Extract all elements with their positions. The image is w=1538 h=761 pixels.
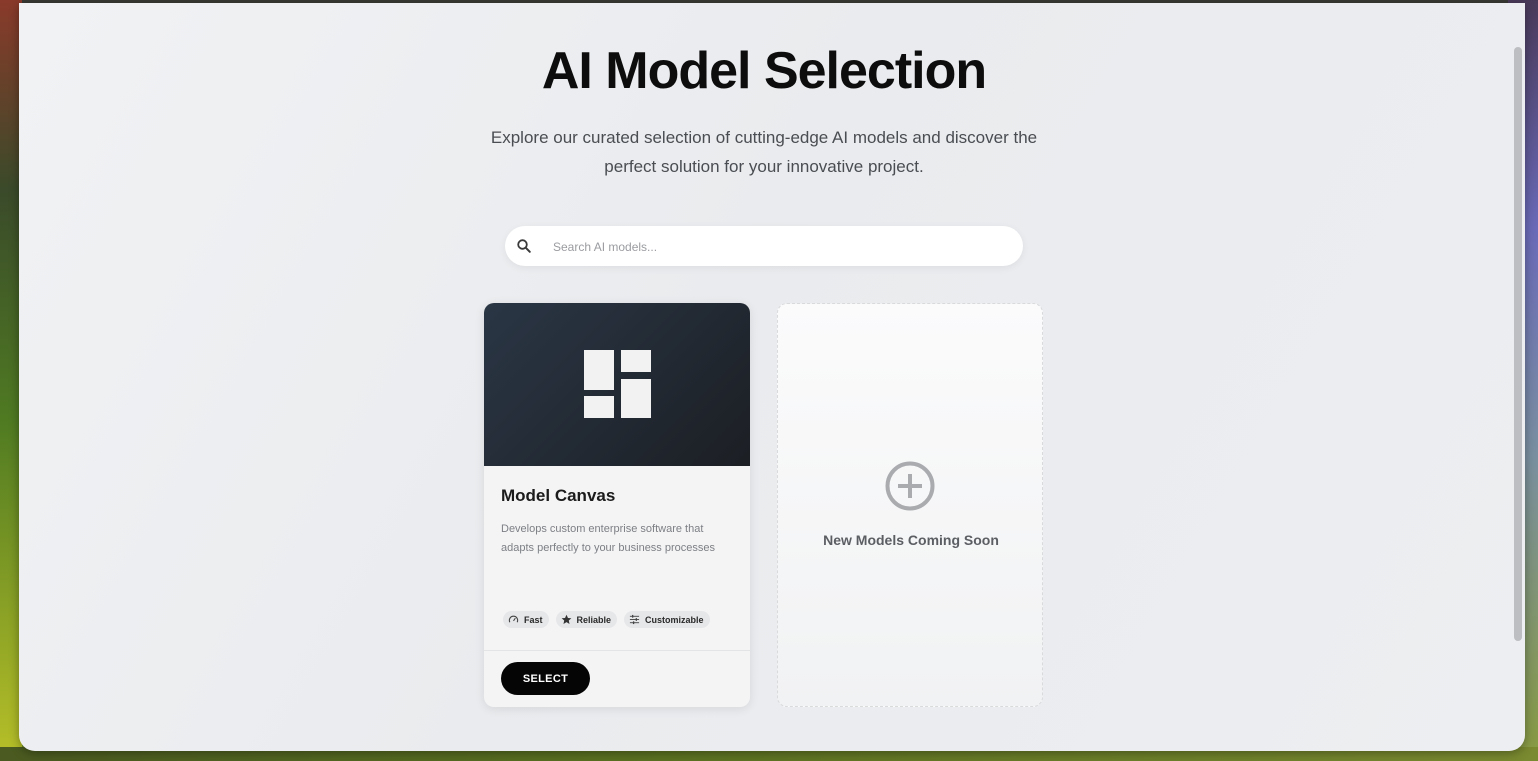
scrollbar[interactable] [1511, 3, 1525, 751]
model-card[interactable]: Model Canvas Develops custom enterprise … [484, 303, 750, 707]
layout-grid-icon [584, 350, 651, 418]
tag-label: Reliable [576, 614, 612, 625]
model-description: Develops custom enterprise software that… [501, 523, 716, 554]
card-divider [484, 650, 750, 651]
search-icon [516, 238, 532, 254]
page-subtitle: Explore our curated selection of cutting… [490, 128, 1038, 176]
search-input[interactable] [551, 235, 995, 259]
scrollbar-thumb[interactable] [1514, 47, 1522, 641]
plus-circle-icon [885, 461, 935, 511]
model-name: Model Canvas [501, 486, 616, 505]
speedometer-icon [508, 615, 519, 623]
star-icon [561, 614, 571, 624]
sliders-icon [629, 614, 640, 625]
tag-reliable: Reliable [555, 611, 618, 628]
coming-soon-label: New Models Coming Soon [823, 532, 999, 548]
page-title: AI Model Selection [541, 42, 987, 100]
select-button[interactable]: SELECT [501, 662, 590, 695]
tag-customizable: Customizable [624, 611, 710, 628]
coming-soon-card: New Models Coming Soon [777, 303, 1043, 707]
search-bar[interactable] [505, 226, 1023, 266]
browser-window: AI Model Selection Explore our curated s… [19, 3, 1525, 751]
model-card-banner [484, 303, 750, 466]
model-tags: Fast Reliable Customizable [503, 611, 710, 628]
tag-fast: Fast [503, 611, 549, 628]
tag-label: Customizable [645, 614, 704, 625]
tag-label: Fast [524, 614, 543, 625]
